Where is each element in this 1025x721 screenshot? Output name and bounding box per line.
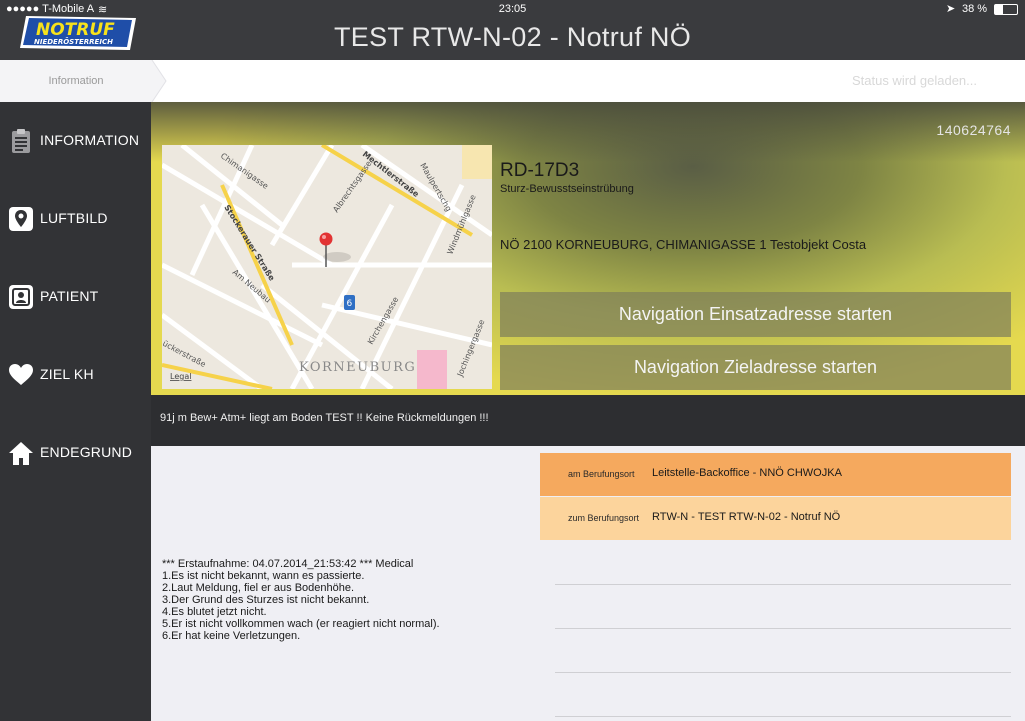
divider: [555, 584, 1011, 585]
sidebar-item-label: ENDEGRUND: [40, 444, 133, 460]
breadcrumb-label: Information: [48, 75, 104, 87]
protocol-line: 2.Laut Meldung, fiel er aus Bodenhöhe.: [162, 582, 355, 594]
protocol-line: 1.Es ist nicht bekannt, wann es passiert…: [162, 570, 365, 582]
call-text: RTW-N - TEST RTW-N-02 - Notruf NÖ: [652, 511, 841, 523]
incident-description: Sturz-Bewusstseinstrübung: [500, 183, 634, 195]
protocol-line: 6.Er hat keine Verletzungen.: [162, 630, 301, 642]
incident-map[interactable]: Chimanigasse Mechtlerstraße Maulpertschg…: [162, 145, 492, 389]
incident-address: NÖ 2100 KORNEUBURG, CHIMANIGASSE 1 Testo…: [500, 237, 867, 252]
incident-location-pin[interactable]: [319, 232, 333, 246]
sidebar-item-ziel-kh[interactable]: ZIEL KH: [0, 340, 151, 406]
location-arrow-icon: ➤: [946, 3, 956, 15]
call-prefix: zum Berufungsort: [568, 513, 640, 523]
battery-icon: [994, 4, 1018, 15]
sidebar-item-label: ZIEL KH: [40, 366, 94, 382]
page-title: TEST RTW-N-02 - Notruf NÖ: [333, 22, 692, 52]
navigate-incident-address-button[interactable]: Navigation Einsatzadresse starten: [500, 292, 1011, 337]
protocol-line: 3.Der Grund des Sturzes ist nicht bekann…: [162, 594, 370, 606]
map-legal-link: Legal: [170, 372, 191, 381]
call-row-origin[interactable]: am Berufungsort Leitstelle-Backoffice - …: [540, 453, 1011, 496]
map-pin-icon: [9, 207, 33, 231]
divider: [555, 672, 1011, 673]
route-number: 6: [347, 299, 353, 309]
incident-notes: 91j m Bew+ Atm+ liegt am Boden TEST !! K…: [160, 412, 489, 424]
incident-code: RD-17D3: [500, 160, 580, 181]
divider: [555, 628, 1011, 629]
navigate-target-address-button[interactable]: Navigation Zieladresse starten: [500, 345, 1011, 390]
clipboard-icon: [12, 129, 30, 153]
protocol-line: *** Erstaufnahme: 04.07.2014_21:53:42 **…: [162, 558, 414, 570]
status-loading-text: Status wird geladen...: [851, 73, 977, 88]
sidebar-item-label: INFORMATION: [40, 132, 140, 148]
home-icon: [9, 442, 33, 465]
sidebar-item-information[interactable]: INFORMATION: [0, 106, 151, 172]
protocol-line: 5.Er ist nicht vollkommen wach (er reagi…: [162, 618, 440, 630]
sidebar-item-patient[interactable]: PATIENT: [0, 262, 151, 328]
heart-icon: [9, 364, 33, 385]
call-row-destination[interactable]: zum Berufungsort RTW-N - TEST RTW-N-02 -…: [540, 497, 1011, 540]
call-prefix: am Berufungsort: [568, 469, 635, 479]
sidebar-item-luftbild[interactable]: LUFTBILD: [0, 184, 151, 250]
sidebar-item-label: PATIENT: [40, 288, 99, 304]
protocol-line: 4.Es blutet jetzt nicht.: [162, 606, 267, 618]
intake-protocol: *** Erstaufnahme: 04.07.2014_21:53:42 **…: [162, 558, 440, 642]
sidebar-item-label: LUFTBILD: [40, 210, 108, 226]
call-text: Leitstelle-Backoffice - NNÖ CHWOJKA: [652, 467, 842, 479]
patient-icon: [9, 285, 33, 309]
battery-percent: 38 %: [962, 3, 988, 15]
incident-number: 140624764: [936, 122, 1011, 138]
clock: 23:05: [498, 3, 527, 15]
map-town-label: KORNEUBURG: [299, 360, 416, 375]
sidebar-item-endegrund[interactable]: ENDEGRUND: [0, 418, 151, 484]
divider: [555, 716, 1011, 717]
